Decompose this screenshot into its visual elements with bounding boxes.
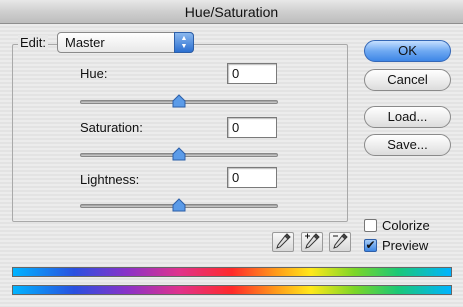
hue-label: Hue: — [80, 66, 108, 81]
lightness-label: Lightness: — [80, 172, 140, 187]
hue-input[interactable]: 0 — [227, 63, 277, 84]
saturation-input[interactable]: 0 — [227, 117, 277, 138]
preview-label: Preview — [382, 238, 429, 253]
eyedropper-plus-icon — [305, 233, 320, 249]
eyedropper-minus-button[interactable] — [329, 232, 351, 252]
edit-channel-select[interactable]: Master ▲ ▼ — [57, 32, 194, 53]
save-button[interactable]: Save... — [364, 134, 451, 156]
edit-label: Edit: — [18, 35, 49, 50]
eyedropper-minus-icon — [333, 233, 348, 249]
eyedropper-button[interactable] — [272, 232, 294, 252]
output-color-spectrum-bar[interactable] — [12, 285, 452, 295]
eyedropper-icon — [276, 233, 291, 249]
hue-slider-thumb[interactable] — [172, 94, 186, 108]
input-color-spectrum-bar — [12, 267, 452, 277]
edit-channel-value: Master — [65, 35, 105, 50]
cancel-button[interactable]: Cancel — [364, 69, 451, 91]
window-title: Hue/Saturation — [184, 4, 279, 20]
preview-checkbox[interactable]: ✔ — [364, 239, 377, 252]
load-button[interactable]: Load... — [364, 106, 451, 128]
title-bar: Hue/Saturation — [0, 0, 463, 24]
updown-arrows-icon: ▲ ▼ — [174, 32, 194, 53]
lightness-slider-thumb[interactable] — [172, 198, 186, 212]
ok-button[interactable]: OK — [364, 40, 451, 62]
colorize-checkbox[interactable] — [364, 219, 377, 232]
saturation-label: Saturation: — [80, 120, 143, 135]
lightness-input[interactable]: 0 — [227, 167, 277, 188]
saturation-slider-thumb[interactable] — [172, 147, 186, 161]
eyedropper-plus-button[interactable] — [301, 232, 323, 252]
colorize-label: Colorize — [382, 218, 430, 233]
edit-group-box — [12, 44, 348, 222]
